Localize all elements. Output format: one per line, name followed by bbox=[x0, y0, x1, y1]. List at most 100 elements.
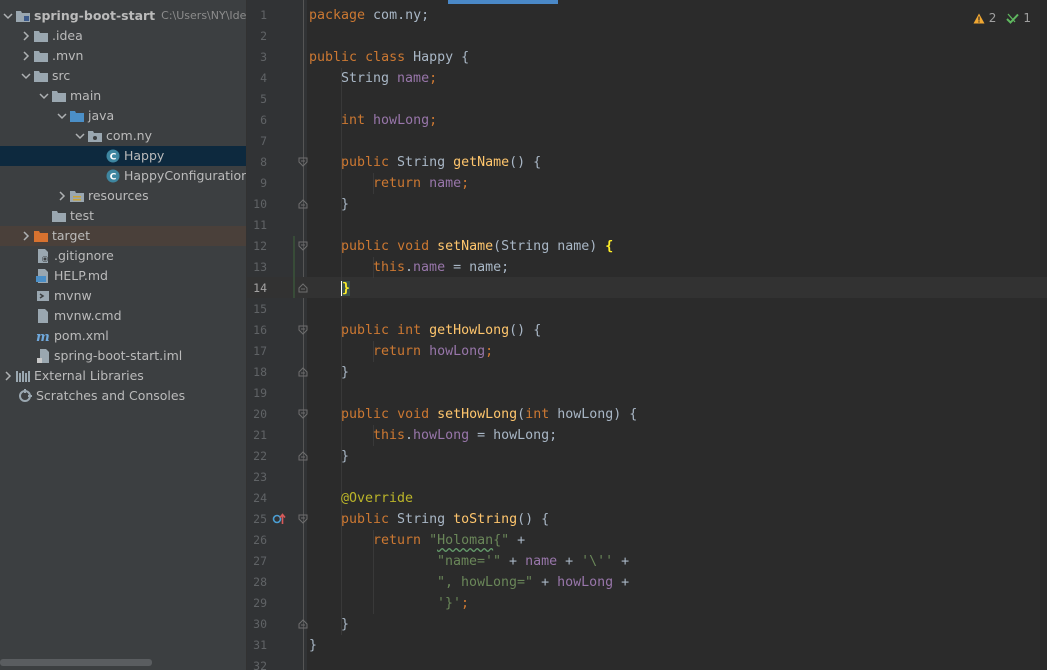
code-line[interactable]: } bbox=[309, 635, 317, 656]
token-keyword: int bbox=[397, 323, 422, 338]
tree-item-com-ny[interactable]: com.ny bbox=[0, 126, 246, 146]
fold-end-icon[interactable] bbox=[298, 619, 308, 629]
tree-item-help-md[interactable]: HELP.md bbox=[0, 266, 246, 286]
code-line[interactable]: int howLong; bbox=[341, 110, 437, 131]
token-string-typo[interactable]: Holoman bbox=[437, 533, 493, 548]
fold-collapse-icon[interactable] bbox=[298, 409, 308, 419]
override-method-icon[interactable] bbox=[272, 513, 286, 525]
code-line[interactable]: '}'; bbox=[437, 593, 469, 614]
tree-item-happy[interactable]: C Happy bbox=[0, 146, 246, 166]
code-line[interactable]: return howLong; bbox=[373, 341, 493, 362]
chevron-right-icon[interactable] bbox=[18, 26, 34, 46]
tree-item-external-libraries[interactable]: External Libraries bbox=[0, 366, 246, 386]
token-keyword: ; bbox=[429, 71, 438, 86]
resources-folder-icon bbox=[70, 189, 84, 203]
code-line[interactable]: ", howLong=" + howLong + bbox=[437, 572, 629, 593]
tree-item-happy-configuration[interactable]: C HappyConfiguration bbox=[0, 166, 246, 186]
fold-collapse-icon[interactable] bbox=[298, 241, 308, 251]
token-method: getHowLong bbox=[429, 323, 510, 338]
token-keyword: this bbox=[373, 428, 406, 443]
tree-item-idea[interactable]: .idea bbox=[0, 26, 246, 46]
code-line[interactable]: public String getName() { bbox=[341, 152, 541, 173]
chevron-down-icon[interactable] bbox=[0, 6, 16, 26]
fold-collapse-icon[interactable] bbox=[298, 157, 308, 167]
code-line[interactable]: public void setName(String name) { bbox=[341, 236, 613, 257]
code-line[interactable]: "name='" + name + '\'' + bbox=[437, 551, 629, 572]
tree-item-main[interactable]: main bbox=[0, 86, 246, 106]
code-line[interactable]: } bbox=[341, 362, 349, 383]
warning-icon bbox=[973, 13, 985, 23]
token-text: } bbox=[341, 617, 350, 632]
matched-brace: { bbox=[605, 239, 614, 254]
tree-item-test[interactable]: test bbox=[0, 206, 246, 226]
svg-text:m: m bbox=[36, 330, 50, 342]
tree-item-gitignore[interactable]: .gitignore bbox=[0, 246, 246, 266]
token-field: howLong bbox=[413, 428, 470, 443]
code-line[interactable]: @Override bbox=[341, 488, 413, 509]
token-keyword: ; bbox=[461, 176, 470, 191]
line-number: 17 bbox=[253, 344, 267, 358]
code-line[interactable]: public class Happy { bbox=[309, 47, 469, 68]
tree-item-mvnw[interactable]: mvnw bbox=[0, 286, 246, 306]
code-line[interactable]: this.howLong = howLong; bbox=[373, 425, 557, 446]
line-number: 22 bbox=[253, 449, 267, 463]
current-line-highlight bbox=[247, 277, 1047, 298]
code-line[interactable]: } bbox=[341, 446, 349, 467]
code-line[interactable]: } bbox=[341, 614, 349, 635]
chevron-right-icon[interactable] bbox=[18, 46, 34, 66]
code-line[interactable]: return name; bbox=[373, 173, 469, 194]
tree-item-target[interactable]: target bbox=[0, 226, 246, 246]
tree-item-resources[interactable]: resources bbox=[0, 186, 246, 206]
code-line[interactable]: package com.ny; bbox=[309, 5, 429, 26]
java-class-icon: C bbox=[106, 149, 120, 163]
chevron-right-icon[interactable] bbox=[54, 186, 70, 206]
fold-end-icon[interactable] bbox=[298, 367, 308, 377]
module-file-icon bbox=[36, 349, 50, 363]
folder-icon bbox=[52, 89, 66, 103]
tree-item-mvn[interactable]: .mvn bbox=[0, 46, 246, 66]
fold-collapse-icon[interactable] bbox=[298, 325, 308, 335]
tree-item-scratches[interactable]: Scratches and Consoles bbox=[0, 386, 246, 406]
code-line[interactable]: public int getHowLong() { bbox=[341, 320, 541, 341]
code-editor[interactable]: 1 2 3 4 5 6 7 8 9 10 11 12 13 14 15 16 1… bbox=[247, 0, 1047, 670]
code-line[interactable]: return "Holoman{" + bbox=[373, 530, 525, 551]
code-line[interactable]: } bbox=[341, 194, 349, 215]
tree-item-iml[interactable]: spring-boot-start.iml bbox=[0, 346, 246, 366]
code-line[interactable]: public void setHowLong(int howLong) { bbox=[341, 404, 637, 425]
horizontal-scrollbar[interactable] bbox=[0, 659, 152, 666]
tree-item-src[interactable]: src bbox=[0, 66, 246, 86]
fold-end-icon[interactable] bbox=[298, 283, 308, 293]
chevron-right-icon[interactable] bbox=[18, 226, 34, 246]
tree-item-mvnw-cmd[interactable]: mvnw.cmd bbox=[0, 306, 246, 326]
token-keyword: int bbox=[525, 407, 550, 422]
fold-end-icon[interactable] bbox=[298, 199, 308, 209]
fold-collapse-icon[interactable] bbox=[298, 514, 308, 524]
chevron-right-icon[interactable] bbox=[0, 366, 16, 386]
chevron-down-icon[interactable] bbox=[72, 126, 88, 146]
code-line-current[interactable]: } bbox=[341, 278, 351, 299]
project-tool-window: spring-boot-start C:\Users\NY\Ide .idea … bbox=[0, 0, 246, 670]
vcs-change-marker[interactable] bbox=[293, 236, 295, 298]
chevron-down-icon[interactable] bbox=[18, 66, 34, 86]
fold-end-icon[interactable] bbox=[298, 451, 308, 461]
tree-item-label: spring-boot-start bbox=[34, 8, 156, 23]
line-number: 16 bbox=[253, 323, 267, 337]
line-number: 23 bbox=[253, 470, 267, 484]
tree-item-java[interactable]: java bbox=[0, 106, 246, 126]
token-text: . bbox=[405, 260, 414, 275]
line-number: 25 bbox=[253, 512, 267, 526]
inspections-widget[interactable]: 2 1 bbox=[973, 10, 1031, 26]
code-line[interactable]: this.name = name; bbox=[373, 257, 509, 278]
chevron-down-icon[interactable] bbox=[36, 86, 52, 106]
chevron-down-icon[interactable] bbox=[54, 106, 70, 126]
line-number: 15 bbox=[253, 302, 267, 316]
tree-item-pom-xml[interactable]: m pom.xml bbox=[0, 326, 246, 346]
folder-icon bbox=[34, 69, 48, 83]
code-line[interactable]: String name; bbox=[341, 68, 437, 89]
line-number: 13 bbox=[253, 260, 267, 274]
code-line[interactable]: public String toString() { bbox=[341, 509, 549, 530]
tree-item-project-root[interactable]: spring-boot-start C:\Users\NY\Ide bbox=[0, 6, 246, 26]
token-field: name bbox=[413, 260, 446, 275]
token-text: } bbox=[309, 638, 318, 653]
